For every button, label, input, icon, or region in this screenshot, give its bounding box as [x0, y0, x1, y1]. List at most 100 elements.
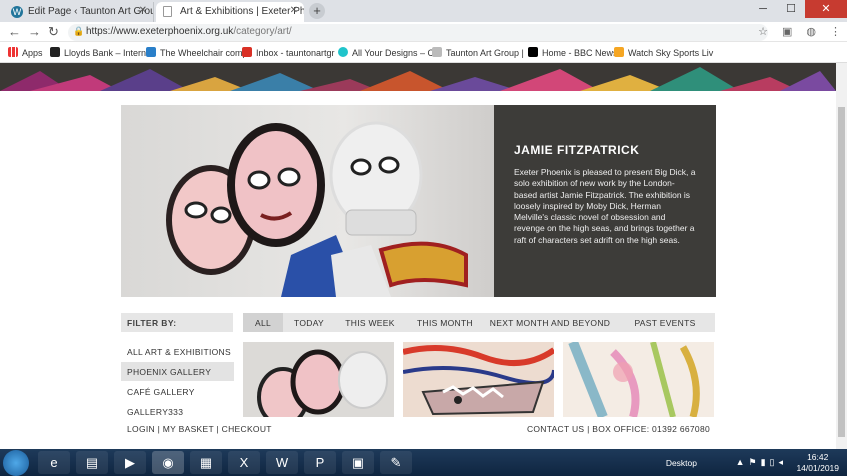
bookmark-label: Home - BBC News [542, 48, 618, 58]
reload-icon[interactable]: ↻ [48, 24, 59, 40]
exhibition-thumbnail [243, 342, 394, 417]
ie-icon[interactable]: e [38, 451, 70, 474]
bookmark-label: The Wheelchair comp [160, 48, 248, 58]
extension-icon[interactable]: ▣ [782, 25, 792, 38]
word-icon[interactable]: W [266, 451, 298, 474]
app-icon[interactable]: ▦ [190, 451, 222, 474]
close-window-icon[interactable]: ✕ [805, 0, 847, 18]
desktop-toolbar-label[interactable]: Desktop [666, 458, 697, 468]
filter-tab-next-month[interactable]: NEXT MONTH AND BEYOND [485, 313, 615, 332]
horse-icon [50, 47, 60, 57]
bookmark-taunton[interactable]: Taunton Art Group | [432, 47, 524, 58]
page-icon [163, 6, 172, 17]
canva-icon [338, 47, 348, 57]
tab-edit-page[interactable]: W Edit Page ‹ Taunton Art Group — ✕ [4, 2, 154, 22]
star-icon[interactable]: ☆ [758, 25, 768, 38]
profile-icon[interactable]: ◍ [806, 25, 816, 38]
bookmark-label: Inbox - tauntonartgr [256, 48, 335, 58]
sculpture-illustration [166, 121, 468, 297]
exhibition-thumbnail [563, 342, 714, 417]
app-icon[interactable]: ▣ [342, 451, 374, 474]
filter-tab-today[interactable]: TODAY [283, 313, 335, 332]
browser-tab-strip: W Edit Page ‹ Taunton Art Group — ✕ Art … [0, 0, 847, 22]
footer-account-links[interactable]: LOGIN | MY BASKET | CHECKOUT [127, 424, 272, 434]
bookmark-canva[interactable]: All Your Designs – Ca [338, 47, 439, 58]
scrollbar-thumb[interactable] [838, 107, 845, 437]
exhibition-title[interactable]: JAMIE FITZPATRICK [514, 143, 696, 157]
wordpress-icon: W [11, 6, 23, 18]
site-footer: LOGIN | MY BASKET | CHECKOUT CONTACT US … [0, 417, 836, 449]
maximize-icon[interactable]: ☐ [777, 0, 805, 18]
minimize-icon[interactable]: ─ [749, 0, 777, 18]
exhibition-card[interactable] [563, 342, 714, 417]
bookmark-sky[interactable]: Watch Sky Sports Liv [614, 47, 713, 58]
footer-contact-links[interactable]: CONTACT US | BOX OFFICE: 01392 667080 [527, 424, 710, 434]
bookmark-apps[interactable]: Apps [8, 47, 43, 58]
start-button[interactable] [3, 450, 29, 476]
tray-icons[interactable]: ▲⚑▮▯◂ [736, 457, 787, 468]
tab-title: Art & Exhibitions | Exeter Phoenix [180, 6, 304, 17]
close-icon[interactable]: ✕ [290, 5, 298, 16]
lock-icon: 🔒 [73, 26, 85, 36]
featured-exhibition[interactable]: JAMIE FITZPATRICK Exeter Phoenix is plea… [121, 105, 716, 297]
category-cafe-gallery[interactable]: CAFÉ GALLERY [121, 382, 234, 401]
chrome-icon[interactable]: ◉ [152, 451, 184, 474]
date-filter-tabs: ALL TODAY THIS WEEK THIS MONTH NEXT MONT… [243, 313, 715, 332]
clock-time: 16:42 [807, 452, 829, 462]
filter-tab-this-month[interactable]: THIS MONTH [405, 313, 485, 332]
back-arrow-icon[interactable]: ← [8, 24, 21, 39]
header-banner [0, 63, 836, 91]
bookmark-inbox[interactable]: Inbox - tauntonartgr [242, 47, 335, 58]
filter-tab-all[interactable]: ALL [243, 313, 283, 332]
bookmark-label: Watch Sky Sports Liv [628, 48, 714, 58]
media-player-icon[interactable]: ▶ [114, 451, 146, 474]
exhibition-card[interactable] [243, 342, 394, 417]
new-tab-button[interactable]: + [309, 3, 325, 19]
bookmark-label: Taunton Art Group | [446, 48, 524, 58]
hero-image[interactable] [121, 105, 494, 297]
exhibition-thumbnail [403, 342, 554, 417]
bookmark-lloyds[interactable]: Lloyds Bank – Internet [50, 47, 154, 58]
exhibition-card[interactable] [403, 342, 554, 417]
address-toolbar: ← → ↻ 🔒 https://www.exeterphoenix.org.uk… [0, 22, 847, 42]
filter-label: FILTER BY: [121, 313, 233, 332]
exhibition-grid [243, 342, 715, 417]
bookmark-label: All Your Designs – Ca [352, 48, 440, 58]
url-bar[interactable]: 🔒 https://www.exeterphoenix.org.uk/categ… [68, 24, 768, 41]
filter-tab-past-events[interactable]: PAST EVENTS [615, 313, 715, 332]
excel-icon[interactable]: X [228, 451, 260, 474]
banner-pattern [0, 67, 836, 91]
clock-date: 14/01/2019 [796, 463, 839, 473]
window-controls: ─ ☐ ✕ [749, 0, 847, 18]
bookmarks-bar: Apps Lloyds Bank – Internet The Wheelcha… [0, 43, 847, 63]
vertical-scrollbar[interactable] [836, 63, 847, 449]
category-phoenix-gallery[interactable]: PHOENIX GALLERY [121, 362, 234, 381]
bookmark-label: Apps [22, 48, 43, 58]
wheelchair-icon [146, 47, 156, 57]
tag-icon [432, 47, 442, 57]
clock[interactable]: 16:42 14/01/2019 [796, 452, 839, 474]
sky-icon [614, 47, 624, 57]
url-host: https://www.exeterphoenix.org.uk [86, 26, 234, 37]
filter-tab-this-week[interactable]: THIS WEEK [335, 313, 405, 332]
gmail-icon [242, 47, 252, 57]
paint-icon[interactable]: ✎ [380, 451, 412, 474]
category-list: ALL ART & EXHIBITIONS PHOENIX GALLERY CA… [121, 342, 234, 422]
publisher-icon[interactable]: P [304, 451, 336, 474]
forward-arrow-icon[interactable]: → [28, 24, 41, 39]
url-path: /category/art/ [233, 26, 292, 37]
close-icon[interactable]: ✕ [139, 5, 147, 16]
explorer-icon[interactable]: ▤ [76, 451, 108, 474]
menu-dots-icon[interactable]: ⋮ [830, 25, 841, 38]
toolbar-right-icons: ☆ ▣ ◍ ⋮ [758, 25, 841, 38]
tab-art-exhibitions[interactable]: Art & Exhibitions | Exeter Phoenix ✕ [156, 2, 304, 22]
category-all-art[interactable]: ALL ART & EXHIBITIONS [121, 342, 234, 361]
page-viewport: JAMIE FITZPATRICK Exeter Phoenix is plea… [0, 63, 847, 449]
tab-title: Edit Page ‹ Taunton Art Group — [28, 6, 153, 17]
windows-taskbar: e ▤ ▶ ◉ ▦ X W P ▣ ✎ Desktop ▲⚑▮▯◂ 16:42 … [0, 449, 847, 476]
bookmark-wheelchair[interactable]: The Wheelchair comp [146, 47, 248, 58]
apps-icon [8, 47, 18, 57]
exhibition-description: Exeter Phoenix is pleased to present Big… [514, 167, 696, 245]
bookmark-bbc[interactable]: Home - BBC News [528, 47, 618, 58]
hero-info-panel: JAMIE FITZPATRICK Exeter Phoenix is plea… [494, 105, 716, 297]
